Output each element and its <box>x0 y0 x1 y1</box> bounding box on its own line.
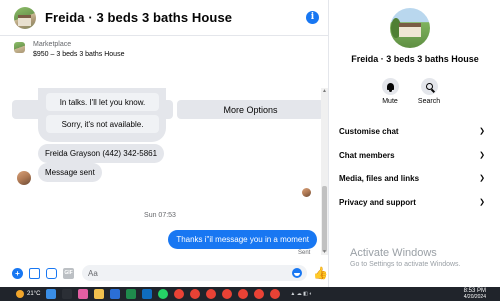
sent-status: Sent <box>298 250 311 256</box>
menu-chat-members[interactable]: Chat members ❯ <box>339 148 485 162</box>
search-label: Search <box>417 98 441 105</box>
search-icon <box>420 78 438 95</box>
clock-date: 4/20/2024 <box>463 294 486 300</box>
chrome-icon[interactable] <box>174 289 185 299</box>
listing-thumbnail[interactable] <box>14 42 25 53</box>
chrome-icon[interactable] <box>254 289 265 299</box>
house-icon <box>399 23 421 37</box>
composer: + GIF Aa 👍 <box>0 262 329 284</box>
chat-pane: Freida · 3 beds 3 baths House i Marketpl… <box>0 0 329 287</box>
folder-icon[interactable] <box>94 289 105 299</box>
menu-item-label: Media, files and links <box>339 173 420 183</box>
mute-label: Mute <box>382 98 398 105</box>
message-input[interactable]: Aa <box>82 265 307 281</box>
chevron-down-icon: ❯ <box>479 199 485 206</box>
activate-subtitle: Go to Settings to activate Windows. <box>350 261 461 268</box>
details-title: Freida · 3 beds 3 baths House <box>351 54 479 64</box>
scrollbar[interactable]: ▲ ▼ <box>321 88 328 255</box>
windows-start-icon[interactable] <box>46 289 57 299</box>
scroll-down-icon[interactable]: ▼ <box>322 249 327 255</box>
chat-header: Freida · 3 beds 3 baths House i <box>0 0 329 36</box>
gif-icon[interactable]: GIF <box>63 267 74 279</box>
info-icon[interactable]: i <box>306 11 319 24</box>
message-timestamp: Sun 07:53 <box>144 212 176 219</box>
chrome-icon[interactable] <box>238 289 249 299</box>
menu-customise-chat[interactable]: Customise chat ❯ <box>339 124 485 138</box>
word-icon[interactable] <box>110 289 121 299</box>
chrome-icon[interactable] <box>222 289 233 299</box>
chrome-icon[interactable] <box>270 289 281 299</box>
search-icon[interactable] <box>62 289 73 299</box>
avatar[interactable] <box>390 8 430 48</box>
temperature: 21°C <box>27 291 41 297</box>
menu-privacy-support[interactable]: Privacy and support ❯ <box>339 195 485 209</box>
plus-icon[interactable]: + <box>12 267 23 279</box>
chevron-down-icon: ❯ <box>479 128 485 135</box>
chrome-icon[interactable] <box>206 289 217 299</box>
sun-icon <box>16 290 24 298</box>
activate-title: Activate Windows <box>350 247 437 259</box>
whatsapp-icon[interactable] <box>158 289 169 299</box>
search-button[interactable]: Search <box>414 78 444 105</box>
menu-media-files-links[interactable]: Media, files and links ❯ <box>339 171 485 185</box>
excel-icon[interactable] <box>126 289 137 299</box>
avatar[interactable] <box>17 171 31 185</box>
message-list: In talks. I'll let you know. Sorry, it's… <box>0 88 320 256</box>
message-bubble-outgoing: Thanks i"il message you in a moment <box>168 230 317 249</box>
scroll-up-icon[interactable]: ▲ <box>322 88 327 94</box>
emoji-icon[interactable] <box>292 268 302 278</box>
weather-widget[interactable]: 21°C <box>16 290 40 298</box>
listing-price[interactable]: $950 – 3 beds 3 baths House <box>33 51 124 58</box>
chevron-down-icon: ❯ <box>479 175 485 182</box>
message-bubble-phone: Freida Grayson (442) 342-5861 <box>38 144 165 163</box>
copilot-icon[interactable] <box>78 289 89 299</box>
thumbs-up-icon[interactable]: 👍 <box>313 266 328 280</box>
marketplace-listing: Marketplace $950 – 3 beds 3 baths House … <box>0 37 329 119</box>
quick-reply-in-talks[interactable]: In talks. I'll let you know. <box>46 93 159 111</box>
messenger-window: Freida · 3 beds 3 baths House i Marketpl… <box>0 0 500 301</box>
chevron-down-icon: ❯ <box>479 152 485 159</box>
read-receipt-avatar <box>302 188 311 197</box>
details-pane: Freida · 3 beds 3 baths House Mute Searc… <box>330 0 500 287</box>
scroll-thumb[interactable] <box>322 186 327 252</box>
mute-button[interactable]: Mute <box>375 78 405 105</box>
menu-item-label: Privacy and support <box>339 197 416 207</box>
bell-icon <box>381 78 399 95</box>
clock[interactable]: 8:53 PM 4/20/2024 <box>464 288 486 300</box>
listing-label: Marketplace <box>33 41 72 48</box>
sticker-icon[interactable] <box>46 267 57 279</box>
message-bubble-sent: Message sent <box>38 163 102 182</box>
chrome-icon[interactable] <box>190 289 201 299</box>
image-icon[interactable] <box>29 267 40 279</box>
chat-title[interactable]: Freida · 3 beds 3 baths House <box>45 10 232 25</box>
menu-item-label: Customise chat <box>339 126 399 136</box>
message-input-placeholder: Aa <box>88 268 98 278</box>
quick-reply-not-available[interactable]: Sorry, it's not available. <box>46 115 159 133</box>
activate-windows-watermark: Activate Windows Go to Settings to activ… <box>350 247 461 268</box>
taskbar-apps <box>40 289 281 299</box>
outlook-icon[interactable] <box>142 289 153 299</box>
taskbar: 21°C ▲ ☁ ◧ ◐ 8:53 PM 4/20/2024 <box>0 287 500 301</box>
avatar[interactable] <box>14 6 36 29</box>
menu-item-label: Chat members <box>339 150 395 160</box>
system-tray-icons[interactable]: ▲ ☁ ◧ ◐ <box>290 291 312 297</box>
quick-reply-group: In talks. I'll let you know. Sorry, it's… <box>38 88 166 142</box>
